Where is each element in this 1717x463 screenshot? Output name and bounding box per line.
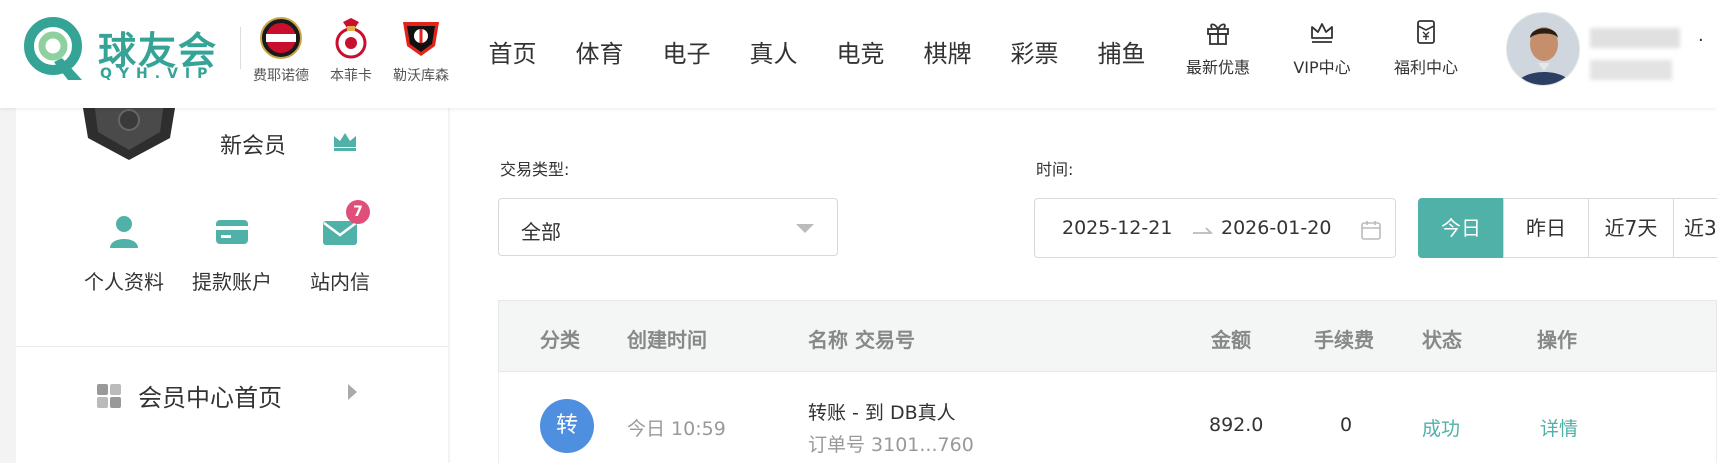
shortcut-label: 站内信	[310, 270, 370, 294]
calendar-icon	[1361, 221, 1381, 240]
quick-link-vip[interactable]: VIP中心	[1270, 18, 1374, 78]
range-7days-button[interactable]: 近7天	[1588, 198, 1674, 258]
benfica-crest-icon	[335, 18, 367, 59]
transaction-panel: 交易类型: 全部 时间: 2025-12-21 2026-01-20 今日 昨日…	[450, 108, 1717, 463]
member-level-badge-icon	[82, 102, 176, 160]
col-amount: 金额	[1211, 328, 1251, 352]
shortcut-label: 提款账户	[192, 270, 272, 294]
dashboard-icon	[97, 383, 121, 408]
nav-chess-cards[interactable]: 棋牌	[904, 0, 991, 108]
date-start[interactable]: 2025-12-21	[1062, 217, 1172, 239]
table-header: 分类 创建时间 名称 交易号 金额 手续费 状态 操作	[498, 300, 1717, 372]
order-number: 订单号 3101...760	[808, 434, 974, 456]
date-end[interactable]: 2026-01-20	[1221, 217, 1331, 239]
logo-divider	[240, 27, 241, 69]
nav-live-casino[interactable]: 真人	[730, 0, 817, 108]
team-name: 本菲卡	[330, 68, 372, 84]
member-sidebar: 新会员 个人资料 提款账户 7 站内信 会员中心首页	[16, 102, 448, 463]
team-benfica[interactable]: 本菲卡	[322, 16, 380, 85]
nav-fishing[interactable]: 捕鱼	[1078, 0, 1165, 108]
quick-link-promotions[interactable]: 最新优惠	[1166, 18, 1270, 78]
sidebar-item-member-home[interactable]: 会员中心首页	[96, 378, 282, 413]
team-name: 费耶诺德	[253, 68, 309, 84]
time-filter-label: 时间:	[1036, 160, 1074, 179]
range-today-button[interactable]: 今日	[1418, 198, 1504, 258]
partner-teams: 费耶诺德 本菲卡 勒沃库森	[252, 16, 450, 85]
amount-value: 892.0	[1209, 414, 1264, 436]
team-name: 勒沃库森	[393, 68, 449, 84]
quick-link-label: VIP中心	[1293, 58, 1351, 77]
nav-lottery[interactable]: 彩票	[991, 0, 1078, 108]
team-leverkusen[interactable]: 勒沃库森	[392, 16, 450, 85]
status-badge: 成功	[1422, 418, 1461, 440]
fee-value: 0	[1340, 414, 1353, 436]
username-masked	[1590, 28, 1680, 48]
quick-link-label: 福利中心	[1393, 58, 1458, 77]
nav-sports[interactable]: 体育	[556, 0, 643, 108]
table-row[interactable]: 转 今日 10:59 转账 - 到 DB真人 订单号 3101...760 89…	[498, 372, 1717, 463]
category-badge: 转	[540, 399, 594, 453]
logo-mark-icon	[24, 17, 82, 80]
gift-icon	[1207, 23, 1229, 45]
chevron-down-icon	[796, 224, 814, 233]
transaction-type-select[interactable]: 全部	[498, 198, 838, 256]
transaction-name: 转账 - 到 DB真人	[808, 402, 956, 424]
user-icon	[104, 212, 144, 252]
range-yesterday-button[interactable]: 昨日	[1503, 198, 1589, 258]
site-logo[interactable]: 球友会 QYH.VIP	[22, 14, 234, 86]
col-created: 创建时间	[627, 328, 707, 352]
sidebar-item-label: 会员中心首页	[138, 384, 282, 412]
header-dot: .	[1698, 25, 1704, 46]
avatar-portrait-icon	[1507, 13, 1579, 85]
shortcut-withdraw-account[interactable]: 提款账户	[172, 212, 292, 295]
shortcut-profile[interactable]: 个人资料	[64, 212, 184, 295]
quick-link-label: 最新优惠	[1185, 58, 1250, 77]
nav-slots[interactable]: 电子	[643, 0, 730, 108]
shortcut-inbox[interactable]: 7 站内信	[280, 200, 400, 295]
col-fee: 手续费	[1314, 328, 1374, 352]
balance-masked	[1590, 60, 1672, 80]
quick-range-group: 今日 昨日 近7天 近30天	[1418, 198, 1717, 258]
col-category: 分类	[540, 328, 580, 352]
top-header: 球友会 QYH.VIP 费耶诺德 本菲卡 勒沃库森 首页 体育 电子 真人 电竞…	[0, 0, 1717, 108]
col-name-txid: 名称 交易号	[808, 328, 915, 352]
leverkusen-crest-icon	[403, 22, 439, 56]
unread-count-badge: 7	[346, 200, 370, 224]
transaction-table: 分类 创建时间 名称 交易号 金额 手续费 状态 操作 转 今日 10:59 转…	[498, 300, 1717, 463]
arrow-right-icon	[1193, 227, 1214, 234]
nav-home[interactable]: 首页	[469, 0, 556, 108]
range-30days-button[interactable]: 近30天	[1673, 198, 1717, 258]
vip-crown-icon	[334, 133, 356, 151]
created-time: 今日 10:59	[627, 418, 726, 440]
feyenoord-crest-icon	[260, 17, 302, 59]
main-nav: 首页 体育 电子 真人 电竞 棋牌 彩票 捕鱼	[469, 0, 1165, 108]
user-avatar[interactable]	[1506, 12, 1580, 86]
select-value: 全部	[521, 220, 561, 244]
details-link[interactable]: 详情	[1540, 414, 1578, 441]
card-icon	[212, 212, 252, 252]
shortcut-label: 个人资料	[84, 270, 164, 294]
mail-icon: 7	[320, 200, 370, 252]
type-filter-label: 交易类型:	[500, 160, 570, 179]
chevron-right-icon	[348, 384, 357, 400]
date-range-picker[interactable]: 2025-12-21 2026-01-20	[1034, 198, 1396, 258]
brand-domain: QYH.VIP	[100, 66, 215, 82]
crown-icon	[1311, 23, 1333, 43]
member-level-name: 新会员	[220, 134, 287, 159]
quick-link-welfare[interactable]: 福利中心	[1374, 18, 1478, 78]
nav-esports[interactable]: 电竞	[817, 0, 904, 108]
col-action: 操作	[1537, 328, 1577, 352]
sidebar-divider	[16, 346, 448, 347]
team-feyenoord[interactable]: 费耶诺德	[252, 16, 310, 85]
col-status: 状态	[1422, 328, 1462, 352]
envelope-yen-icon	[1417, 20, 1435, 44]
